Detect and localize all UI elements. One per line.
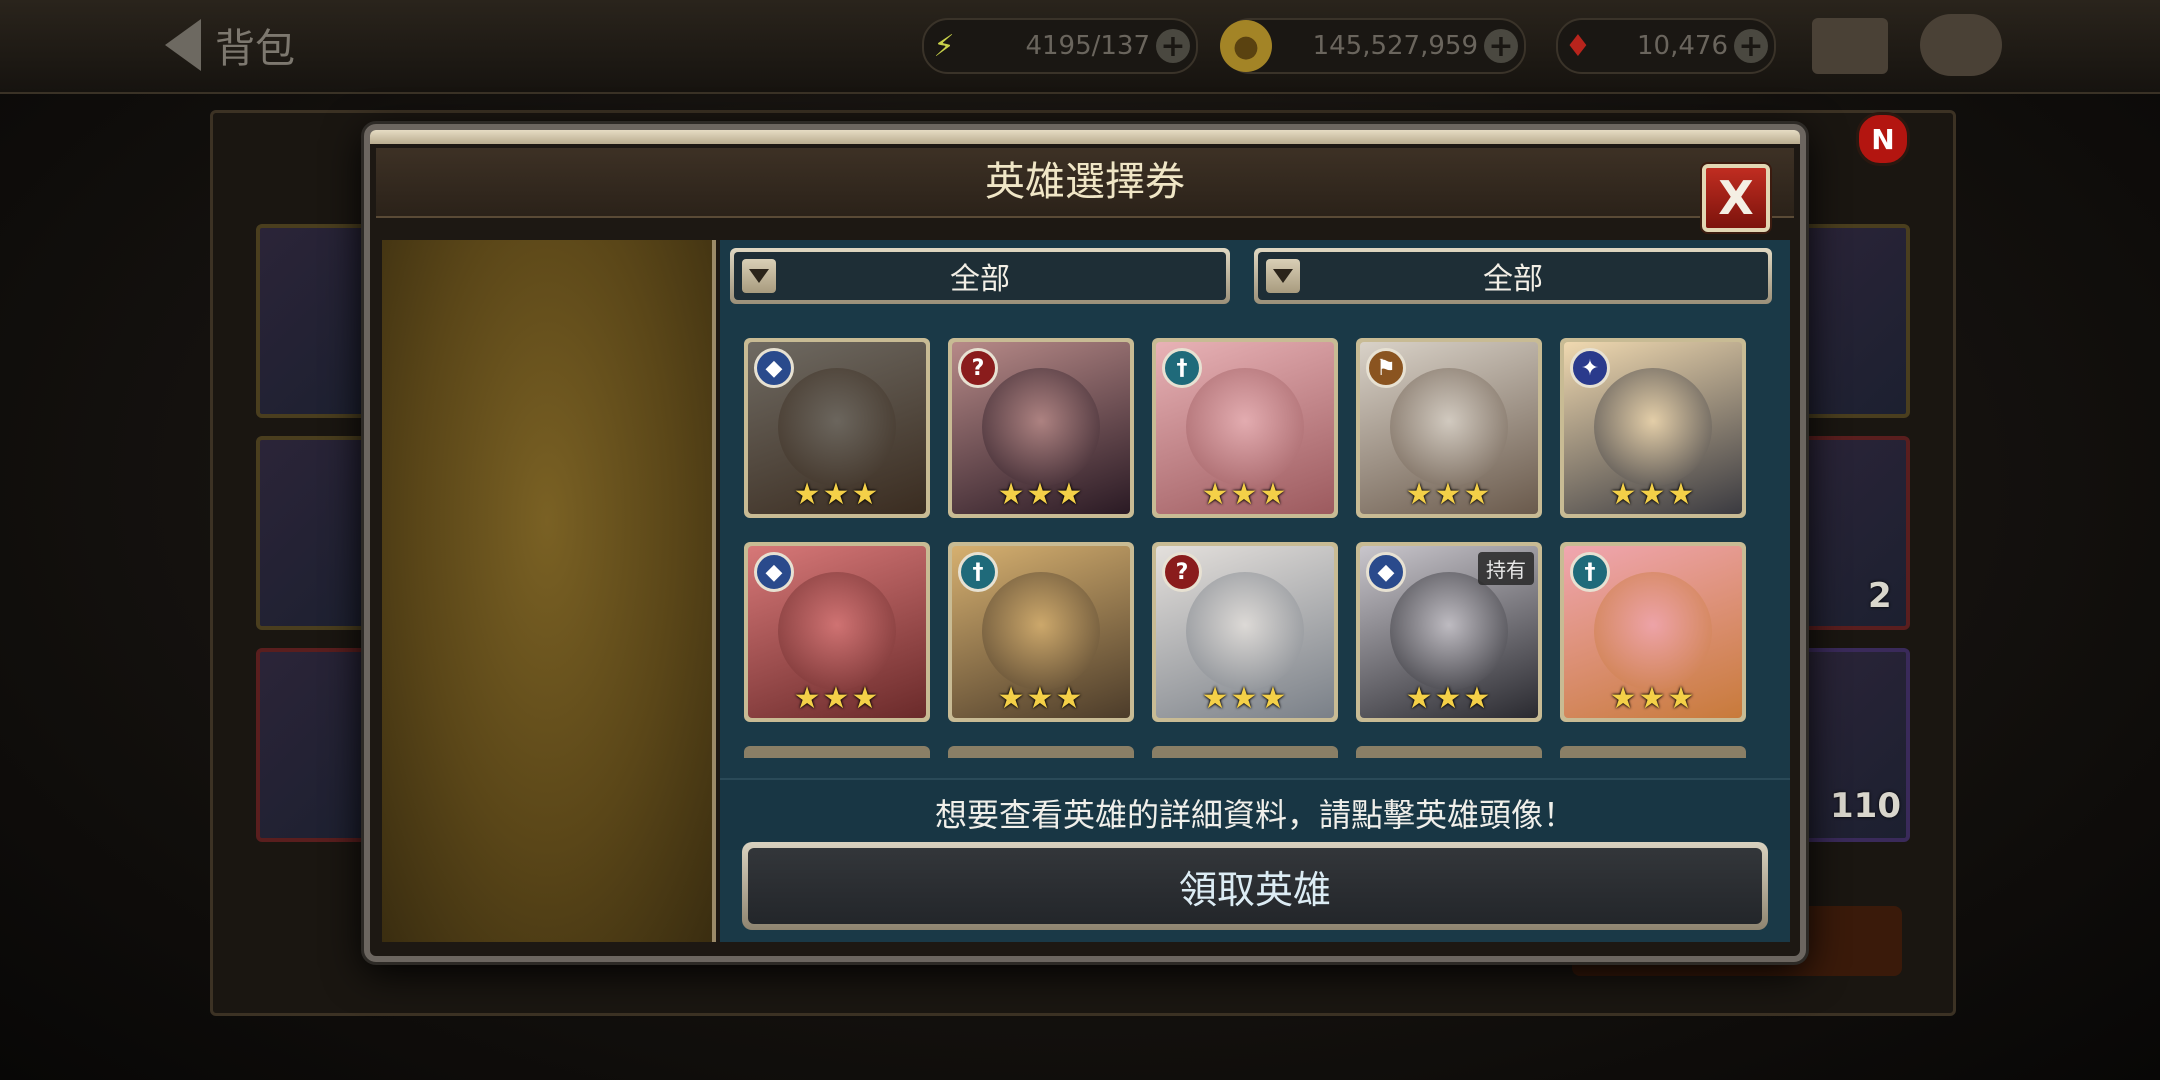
hero-face bbox=[1594, 368, 1712, 486]
hero-face bbox=[1390, 572, 1508, 690]
lightning-icon: ⚡ bbox=[933, 28, 955, 64]
item-count: 110 bbox=[1830, 786, 1901, 826]
add-energy-button[interactable]: + bbox=[1156, 29, 1190, 64]
hero-portrait-partial bbox=[744, 746, 930, 758]
gem-resource: ♦ 10,476 + bbox=[1556, 18, 1776, 74]
add-gem-button[interactable]: + bbox=[1734, 29, 1768, 64]
coin-icon: ● bbox=[1220, 20, 1272, 72]
hero-face bbox=[1594, 572, 1712, 690]
mail-icon[interactable] bbox=[1812, 18, 1888, 74]
hero-face bbox=[778, 368, 896, 486]
hero-face bbox=[1186, 368, 1304, 486]
hero-portrait[interactable]: ◆ ★★★ bbox=[744, 338, 930, 518]
notification-badge: N bbox=[1856, 112, 1910, 166]
cross-icon: † bbox=[1570, 552, 1610, 592]
ruby-icon: ♦ bbox=[1564, 28, 1592, 64]
hook-icon: ? bbox=[958, 348, 998, 388]
hero-portrait-partial bbox=[1560, 746, 1746, 758]
hero-face bbox=[982, 368, 1100, 486]
dialog-header: 英雄選擇券 bbox=[376, 148, 1794, 218]
close-button[interactable]: X bbox=[1702, 164, 1770, 232]
hero-portrait[interactable]: ? ★★★ bbox=[948, 338, 1134, 518]
dialog-top-border bbox=[370, 130, 1800, 144]
hero-face bbox=[1390, 368, 1508, 486]
hero-portrait-partial bbox=[948, 746, 1134, 758]
gem-value: 10,476 bbox=[1637, 31, 1728, 61]
gold-value: 145,527,959 bbox=[1312, 31, 1478, 61]
hero-portrait[interactable]: ◆ 持有 ★★★ bbox=[1356, 542, 1542, 722]
hero-portrait[interactable]: † ★★★ bbox=[1560, 542, 1746, 722]
inventory-card[interactable] bbox=[1790, 224, 1910, 418]
back-button[interactable]: 背包 bbox=[165, 14, 355, 76]
hero-face bbox=[1186, 572, 1304, 690]
back-label: 背包 bbox=[215, 26, 295, 72]
item-count: 2 bbox=[1868, 576, 1892, 616]
star-rating: ★★★ bbox=[1609, 477, 1697, 512]
dialog-title: 英雄選擇券 bbox=[985, 159, 1185, 205]
hero-portrait[interactable]: ? ★★★ bbox=[1152, 542, 1338, 722]
hero-portrait[interactable]: ◆ ★★★ bbox=[744, 542, 930, 722]
owned-badge: 持有 bbox=[1478, 552, 1534, 585]
filter-label: 全部 bbox=[950, 262, 1010, 297]
filter-dropdown-2[interactable]: 全部 bbox=[1254, 248, 1772, 304]
hero-portrait-partial bbox=[1152, 746, 1338, 758]
hero-portrait-partial bbox=[1356, 746, 1542, 758]
hero-face bbox=[778, 572, 896, 690]
star-rating: ★★★ bbox=[1201, 681, 1289, 716]
hero-portrait[interactable]: † ★★★ bbox=[948, 542, 1134, 722]
claim-hero-button[interactable]: 領取英雄 bbox=[742, 842, 1768, 930]
flag-icon: ⚑ bbox=[1366, 348, 1406, 388]
hero-selection-dialog: 英雄選擇券 X 全部 全部 ◆ ★★★? ★★★ † ★★★ ⚑ ★★★ ✦ ★★★ ◆ ★★★ † ★… bbox=[364, 124, 1806, 962]
claim-hero-label: 領取英雄 bbox=[748, 848, 1762, 924]
star-rating: ★★★ bbox=[1405, 681, 1493, 716]
star-rating: ★★★ bbox=[1405, 477, 1493, 512]
gold-resource: ● 145,527,959 + bbox=[1220, 18, 1526, 74]
hint-text: 想要查看英雄的詳細資料，請點擊英雄頭像！ bbox=[720, 778, 1790, 850]
star-rating: ★★★ bbox=[793, 681, 881, 716]
shield-icon: ◆ bbox=[754, 552, 794, 592]
chat-icon[interactable] bbox=[1920, 14, 2002, 76]
hero-preview-panel bbox=[382, 240, 716, 942]
hero-portrait[interactable]: † ★★★ bbox=[1152, 338, 1338, 518]
shield-icon: ◆ bbox=[1366, 552, 1406, 592]
energy-resource: ⚡ 4195/137 + bbox=[922, 18, 1198, 74]
inventory-card[interactable] bbox=[1790, 436, 1910, 630]
hook-icon: ? bbox=[1162, 552, 1202, 592]
cross-icon: † bbox=[958, 552, 998, 592]
star-rating: ★★★ bbox=[997, 477, 1085, 512]
hero-portrait[interactable]: ⚑ ★★★ bbox=[1356, 338, 1542, 518]
hero-portrait[interactable]: ✦ ★★★ bbox=[1560, 338, 1746, 518]
star-rating: ★★★ bbox=[1201, 477, 1289, 512]
shield-icon: ◆ bbox=[754, 348, 794, 388]
cross-icon: † bbox=[1162, 348, 1202, 388]
filter-dropdown-1[interactable]: 全部 bbox=[730, 248, 1230, 304]
filter-label: 全部 bbox=[1483, 262, 1543, 297]
hero-face bbox=[982, 572, 1100, 690]
star-rating: ★★★ bbox=[1609, 681, 1697, 716]
back-arrow-icon bbox=[165, 19, 201, 71]
star-rating: ★★★ bbox=[997, 681, 1085, 716]
add-gold-button[interactable]: + bbox=[1484, 29, 1518, 64]
star-rating: ★★★ bbox=[793, 477, 881, 512]
energy-value: 4195/137 bbox=[1025, 31, 1150, 61]
gun-icon: ✦ bbox=[1570, 348, 1610, 388]
